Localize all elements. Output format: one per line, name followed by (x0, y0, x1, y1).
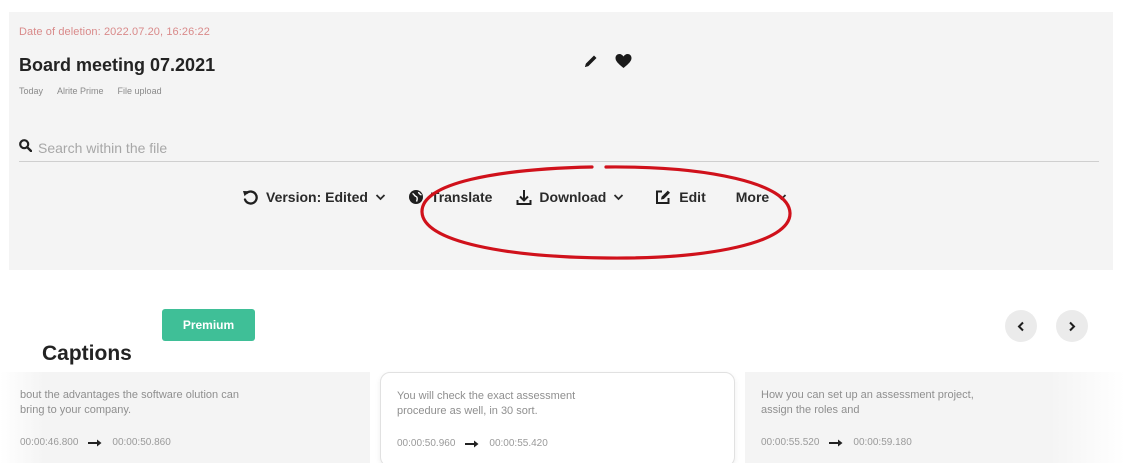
meta-date-label: Today (19, 86, 44, 96)
file-header-panel: Date of deletion: 2022.07.20, 16:26:22 B… (9, 12, 1113, 270)
arrow-right-icon (465, 440, 479, 447)
caption-end-time: 00:00:55.420 (489, 438, 548, 449)
search-bar (19, 134, 1099, 162)
meta-source-label: File upload (117, 86, 162, 96)
caption-timecode: 00:00:55.520 00:00:59.180 (761, 437, 912, 448)
arrow-right-icon (88, 439, 102, 446)
caption-end-time: 00:00:50.860 (112, 437, 171, 448)
arrow-right-icon (829, 439, 843, 446)
chevron-right-icon (1069, 321, 1076, 331)
captions-next-button[interactable] (1056, 310, 1088, 342)
globe-icon (408, 190, 423, 204)
download-label: Download (539, 189, 607, 205)
caption-timecode: 00:00:50.960 00:00:55.420 (397, 438, 548, 449)
captions-heading: Captions (42, 342, 132, 365)
file-toolbar: Version: Edited Translate Download Edit … (230, 186, 787, 208)
file-title: Board meeting 07.2021 (19, 55, 216, 75)
translate-button[interactable]: Translate (408, 189, 492, 205)
caption-start-time: 00:00:55.520 (761, 437, 820, 448)
translate-label: Translate (430, 189, 493, 205)
pencil-icon[interactable] (582, 52, 600, 70)
title-actions (582, 52, 632, 70)
caption-start-time: 00:00:50.960 (397, 438, 456, 449)
caption-timecode: 00:00:46.800 00:00:50.860 (20, 437, 171, 448)
caption-end-time: 00:00:59.180 (853, 437, 912, 448)
captions-prev-button[interactable] (1005, 310, 1037, 342)
caption-card[interactable]: How you can set up an assessment project… (745, 372, 1125, 463)
deletion-date: Date of deletion: 2022.07.20, 16:26:22 (19, 26, 210, 38)
caption-start-time: 00:00:46.800 (20, 437, 79, 448)
caption-card-active[interactable]: You will check the exact assessment proc… (380, 372, 735, 463)
undo-icon (243, 190, 258, 205)
edit-button[interactable]: Edit (655, 189, 706, 205)
caption-text: How you can set up an assessment project… (761, 389, 974, 416)
more-label: More (735, 189, 770, 205)
caption-text: bout the advantages the software olution… (20, 389, 239, 416)
caption-text: You will check the exact assessment proc… (397, 390, 576, 417)
chevron-down-icon (614, 194, 624, 201)
search-icon (19, 138, 33, 157)
premium-badge[interactable]: Premium (162, 309, 255, 341)
file-meta: Today Alrite Prime File upload (19, 86, 162, 96)
download-icon (516, 189, 532, 205)
meta-owner-label: Alrite Prime (57, 86, 104, 96)
more-dropdown[interactable]: More (736, 189, 787, 205)
chevron-down-icon (777, 194, 787, 201)
version-dropdown[interactable]: Version: Edited (242, 189, 386, 205)
search-input[interactable] (38, 139, 638, 156)
edit-label: Edit (679, 189, 706, 205)
captions-carousel: bout the advantages the software olution… (0, 370, 1125, 463)
download-dropdown[interactable]: Download (516, 189, 624, 206)
edit-square-icon (656, 190, 671, 204)
caption-card[interactable]: bout the advantages the software olution… (0, 372, 370, 463)
heart-icon[interactable] (614, 52, 632, 70)
chevron-down-icon (375, 194, 386, 201)
chevron-left-icon (1017, 321, 1024, 331)
version-label: Version: Edited (266, 189, 368, 205)
